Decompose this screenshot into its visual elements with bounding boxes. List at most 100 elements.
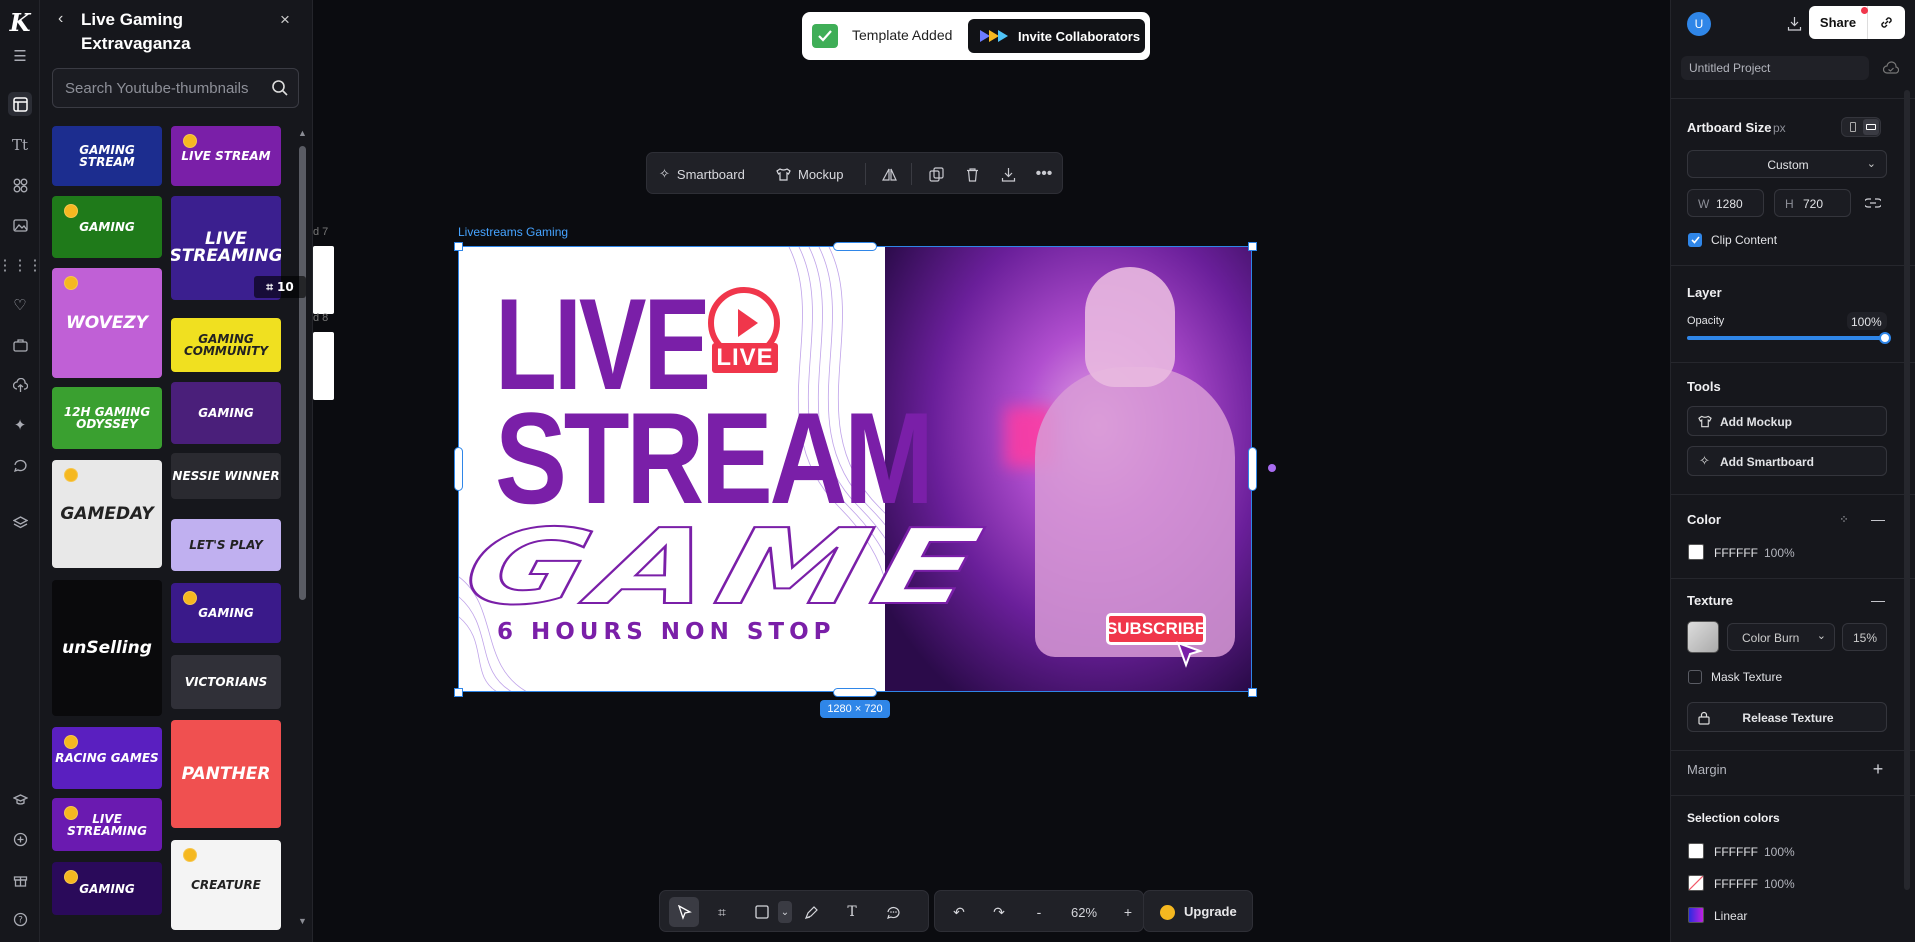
thumb-wovezy[interactable]: WOVEZY <box>52 268 162 378</box>
plus-icon[interactable]: + <box>1869 759 1887 779</box>
panel-scrollbar[interactable]: ▲ ▼ <box>297 126 308 936</box>
flip-icon[interactable] <box>879 164 899 184</box>
invite-collaborators-button[interactable]: Invite Collaborators <box>968 19 1145 53</box>
selection-gradient-swatch[interactable] <box>1688 907 1704 923</box>
minus-icon[interactable]: — <box>1869 591 1887 609</box>
thumb-esports-friends[interactable]: LET'S PLAY <box>171 519 281 571</box>
trash-icon[interactable] <box>962 164 982 184</box>
resize-handle[interactable] <box>454 688 463 697</box>
blend-mode-select[interactable]: Color Burn ⌄ <box>1727 623 1835 651</box>
project-name-field[interactable]: Untitled Project <box>1681 56 1869 80</box>
thumb-dark-creature[interactable]: CREATURE <box>171 840 281 930</box>
selection-color-opacity[interactable]: 100% <box>1764 845 1795 859</box>
height-field[interactable]: H 720 <box>1774 189 1851 217</box>
resize-handle[interactable] <box>454 447 463 491</box>
zoom-in-button[interactable]: + <box>1117 901 1139 923</box>
text-icon[interactable]: Tt <box>8 133 32 157</box>
mockup-button[interactable]: Mockup <box>776 163 844 185</box>
thumb-gameday[interactable]: GAMEDAY <box>52 460 162 568</box>
rotate-handle[interactable] <box>1268 464 1276 472</box>
heart-icon[interactable]: ♡ <box>8 293 32 317</box>
grid-icon[interactable]: ⋮⋮⋮ <box>0 253 43 277</box>
thumb-nessie-winner[interactable]: NESSIE WINNER <box>171 453 281 499</box>
opacity-slider-knob[interactable] <box>1879 332 1891 344</box>
scroll-up-icon[interactable]: ▲ <box>298 128 307 138</box>
size-preset-select[interactable]: Custom ⌄ <box>1687 150 1887 178</box>
thumb-gaming-odyssey[interactable]: 12H GAMING ODYSSEY <box>52 387 162 449</box>
thumb-live-streaming-2[interactable]: LIVE STREAMING <box>52 798 162 851</box>
thumb-gaming-stream[interactable]: GAMING STREAM <box>52 126 162 186</box>
sparkle-icon[interactable]: ✦ <box>8 413 32 437</box>
landscape-icon[interactable] <box>1863 119 1879 135</box>
search-icon[interactable] <box>270 78 290 98</box>
image-icon[interactable] <box>8 213 32 237</box>
color-grid-icon[interactable]: ⁘ <box>1835 510 1853 528</box>
upgrade-button[interactable]: Upgrade <box>1143 890 1253 932</box>
selection-color-swatch[interactable] <box>1688 843 1704 859</box>
avatar[interactable]: U <box>1687 12 1711 36</box>
selection-color-hex[interactable]: FFFFFF <box>1714 877 1758 891</box>
color-hex[interactable]: FFFFFF <box>1714 546 1758 560</box>
zoom-level[interactable]: 62% <box>1059 901 1109 923</box>
chat-icon[interactable] <box>8 453 32 477</box>
thumb-gaming-live-streams[interactable]: GAMING <box>52 196 162 258</box>
thumb-gaming-live-stream[interactable]: GAMING <box>171 583 281 643</box>
chevron-down-icon[interactable]: ⌄ <box>778 901 792 923</box>
close-icon[interactable]: × <box>280 10 290 30</box>
shape-tool-icon[interactable] <box>751 901 773 923</box>
resize-handle[interactable] <box>1248 242 1257 251</box>
color-opacity[interactable]: 100% <box>1764 546 1795 560</box>
comment-tool-icon[interactable] <box>882 901 904 923</box>
redo-icon[interactable]: ↷ <box>988 901 1010 923</box>
thumb-gaming-community[interactable]: GAMING COMMUNITY <box>171 318 281 372</box>
selection-gradient-label[interactable]: Linear <box>1714 909 1747 923</box>
help-icon[interactable]: ? <box>8 907 32 931</box>
download-icon[interactable] <box>1783 12 1805 34</box>
width-field[interactable]: W 1280 <box>1687 189 1764 217</box>
scroll-down-icon[interactable]: ▼ <box>298 916 307 926</box>
undo-icon[interactable]: ↶ <box>948 901 970 923</box>
add-mockup-button[interactable]: Add Mockup <box>1687 406 1887 436</box>
share-button[interactable]: Share <box>1809 6 1867 39</box>
thumb-racing-games[interactable]: RACING GAMES <box>52 727 162 789</box>
pen-tool-icon[interactable] <box>800 901 822 923</box>
scrollbar-thumb[interactable] <box>299 146 306 600</box>
layout-icon[interactable] <box>8 92 32 116</box>
resize-handle[interactable] <box>833 242 877 251</box>
link-ratio-icon[interactable] <box>1863 193 1883 213</box>
resize-handle[interactable] <box>1248 447 1257 491</box>
more-icon[interactable]: ••• <box>1034 164 1054 184</box>
mask-texture-checkbox[interactable] <box>1688 670 1702 684</box>
clip-content-checkbox[interactable] <box>1688 233 1702 247</box>
resize-handle[interactable] <box>1248 688 1257 697</box>
texture-intensity-field[interactable]: 15% <box>1842 623 1887 651</box>
thumb-live-stream-game[interactable]: LIVE STREAM <box>171 126 281 186</box>
back-icon[interactable]: ‹ <box>58 10 63 28</box>
plus-circle-icon[interactable] <box>8 827 32 851</box>
selection-color-swatch[interactable] <box>1688 875 1704 891</box>
panel-scrollbar[interactable] <box>1904 90 1910 890</box>
portrait-icon[interactable] <box>1847 121 1859 133</box>
thumb-victorians[interactable]: VICTORIANS <box>171 655 281 709</box>
smartboard-button[interactable]: ✧ Smartboard <box>659 163 745 185</box>
zoom-out-button[interactable]: - <box>1028 901 1050 923</box>
artboard-name[interactable]: Livestreams Gaming <box>458 225 568 239</box>
thumb-best-review-gaming[interactable]: GAMING <box>171 382 281 444</box>
graduation-icon[interactable] <box>8 787 32 811</box>
resize-handle[interactable] <box>833 688 877 697</box>
thumb-panther[interactable]: PANTHER <box>171 720 281 828</box>
download-icon[interactable] <box>998 164 1018 184</box>
artboard-thumbnail[interactable]: LIVE STREAM GAME 6 HOURS NON STOP LIVE S… <box>458 246 1252 692</box>
opacity-slider[interactable] <box>1687 332 1891 344</box>
resize-handle[interactable] <box>454 242 463 251</box>
text-tool-icon[interactable]: T <box>841 901 863 923</box>
elements-icon[interactable] <box>8 173 32 197</box>
select-tool-icon[interactable] <box>669 897 699 927</box>
minus-icon[interactable]: — <box>1869 510 1887 528</box>
thumb-gaming-dark[interactable]: GAMING <box>52 862 162 915</box>
selection-color-hex[interactable]: FFFFFF <box>1714 845 1758 859</box>
layers-icon[interactable] <box>8 510 32 534</box>
artboard-ghost[interactable] <box>313 246 334 314</box>
briefcase-icon[interactable] <box>8 333 32 357</box>
selection-color-opacity[interactable]: 100% <box>1764 877 1795 891</box>
